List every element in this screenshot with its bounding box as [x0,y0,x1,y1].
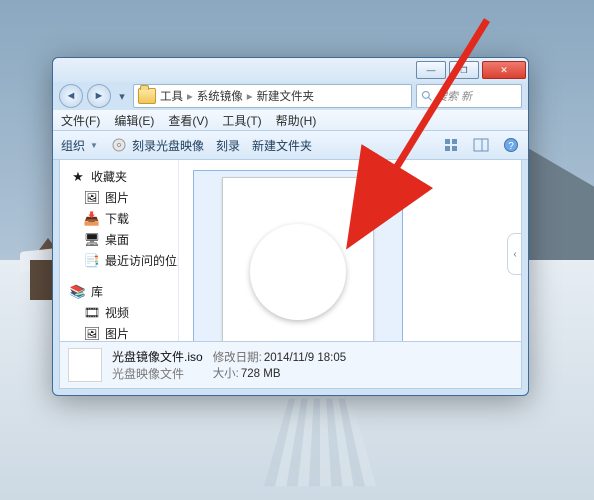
desktop-icon: 🖥 [84,232,100,248]
navigation-pane[interactable]: ★收藏夹 🖼图片 📥下载 🖥桌面 📑最近访问的位置 📚库 🎞视频 🖼图片 📄文档… [60,160,179,348]
help-button[interactable]: ? [502,136,520,154]
folder-icon [138,88,156,104]
explorer-window: — ❐ ✕ ◄ ► ▾ 工具▸ 系统镜像▸ 新建文件夹 搜索 新 文件(F) 编… [52,57,529,396]
svg-text:?: ? [508,141,514,152]
menu-help[interactable]: 帮助(H) [276,112,317,129]
star-icon: ★ [70,169,86,185]
details-filetype: 光盘映像文件 [112,365,203,382]
close-button[interactable]: ✕ [482,61,526,79]
explorer-body: ★收藏夹 🖼图片 📥下载 🖥桌面 📑最近访问的位置 📚库 🎞视频 🖼图片 📄文档… [59,159,522,349]
maximize-button[interactable]: ❐ [449,61,479,79]
toolbar: 组织▼ 刻录光盘映像 刻录 新建文件夹 ? [53,130,528,160]
details-size-value: 728 MB [241,368,281,380]
details-date-label: 修改日期: [213,352,262,364]
nav-libraries-header[interactable]: 📚库 [64,281,174,302]
iso-file-icon [222,177,374,348]
view-mode-button[interactable] [442,136,460,154]
nav-favorites-header[interactable]: ★收藏夹 [64,166,174,187]
details-filename: 光盘镜像文件.iso [112,348,203,365]
menu-file[interactable]: 文件(F) [61,112,100,129]
pictures-icon: 🖼 [84,326,100,342]
toolbar-burn-image[interactable]: 刻录光盘映像 [110,136,204,154]
menubar: 文件(F) 编辑(E) 查看(V) 工具(T) 帮助(H) [53,110,528,130]
search-placeholder: 搜索 新 [436,88,472,104]
nav-item-downloads[interactable]: 📥下载 [64,208,174,229]
disc-icon [250,224,346,320]
search-icon [421,90,433,102]
forward-button[interactable]: ► [87,84,111,108]
breadcrumb-seg[interactable]: 新建文件夹 [257,88,315,104]
nav-item-pictures[interactable]: 🖼图片 [64,187,174,208]
breadcrumb[interactable]: 工具▸ 系统镜像▸ 新建文件夹 [133,84,412,108]
details-pane: 光盘镜像文件.iso 光盘映像文件 修改日期:2014/11/9 18:05 大… [59,341,522,389]
details-size-label: 大小: [213,368,239,380]
video-icon: 🎞 [84,305,100,321]
breadcrumb-seg[interactable]: 系统镜像 [197,88,243,104]
details-file-icon [68,348,102,382]
back-button[interactable]: ◄ [59,84,83,108]
toolbar-new-folder[interactable]: 新建文件夹 [252,137,312,154]
toolbar-organize[interactable]: 组织▼ [61,137,98,154]
nav-item-videos[interactable]: 🎞视频 [64,302,174,323]
breadcrumb-seg[interactable]: 工具 [160,88,183,104]
titlebar[interactable]: — ❐ ✕ [53,58,528,82]
library-icon: 📚 [70,284,86,300]
toolbar-burn[interactable]: 刻录 [216,137,240,154]
menu-tools[interactable]: 工具(T) [222,112,261,129]
minimize-button[interactable]: — [416,61,446,79]
preview-expand-button[interactable]: ‹ [507,233,521,275]
file-list-pane[interactable]: 光盘镜像文件.iso ‹ [179,160,521,348]
nav-item-recent[interactable]: 📑最近访问的位置 [64,250,174,271]
pictures-icon: 🖼 [84,190,100,206]
recent-icon: 📑 [84,253,100,269]
preview-pane-button[interactable] [472,136,490,154]
details-date-value: 2014/11/9 18:05 [264,352,346,364]
address-row: ◄ ► ▾ 工具▸ 系统镜像▸ 新建文件夹 搜索 新 [53,82,528,110]
download-icon: 📥 [84,211,100,227]
nav-item-desktop[interactable]: 🖥桌面 [64,229,174,250]
search-input[interactable]: 搜索 新 [416,84,522,108]
disc-icon [110,136,128,154]
file-item-selected[interactable]: 光盘镜像文件.iso [193,170,403,348]
menu-edit[interactable]: 编辑(E) [114,112,154,129]
menu-view[interactable]: 查看(V) [168,112,208,129]
history-dropdown-button[interactable]: ▾ [115,85,129,107]
